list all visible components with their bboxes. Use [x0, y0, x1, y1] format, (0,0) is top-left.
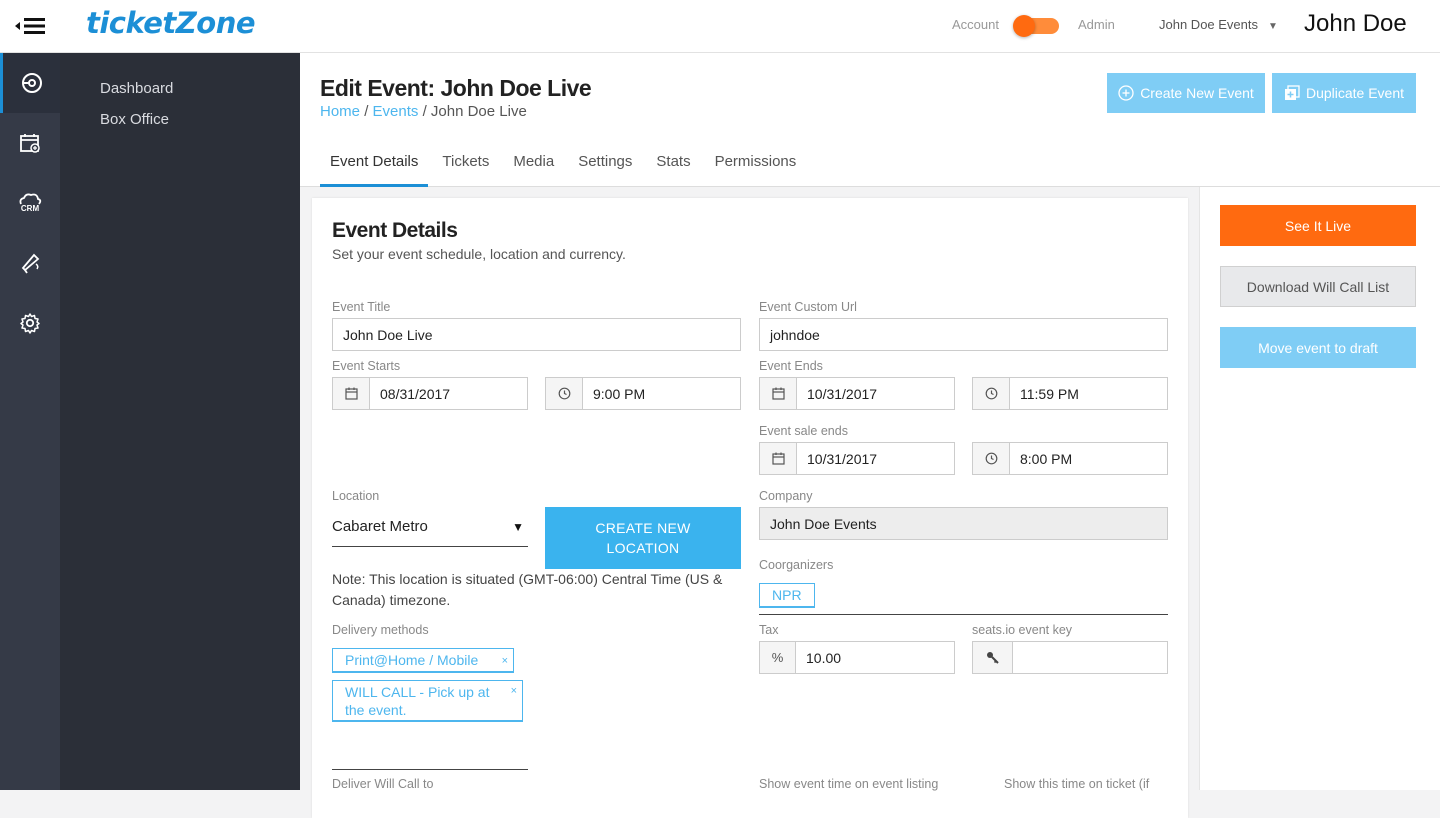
dropdown-arrow-icon: ▼ — [512, 519, 524, 534]
show-time-listing-label: Show event time on event listing — [759, 777, 939, 791]
event-title-label: Event Title — [332, 300, 391, 314]
tax-input[interactable]: 10.00 — [795, 641, 955, 674]
event-starts-label: Event Starts — [332, 359, 401, 373]
deliver-will-call-label: Deliver Will Call to — [332, 777, 434, 791]
see-it-live-button[interactable]: See It Live — [1220, 205, 1416, 246]
gear-icon[interactable] — [0, 293, 60, 353]
delivery-chip-print-home[interactable]: Print@Home / Mobile × — [332, 648, 514, 673]
clock-icon — [972, 377, 1010, 410]
clock-icon — [545, 377, 583, 410]
user-name[interactable]: John Doe — [1304, 10, 1407, 38]
key-icon — [972, 641, 1013, 674]
sale-ends-label: Event sale ends — [759, 424, 848, 438]
create-new-event-button[interactable]: Create New Event — [1107, 73, 1265, 113]
organization-select[interactable]: John Doe Events ▼ — [1159, 17, 1278, 32]
timezone-note: Note: This location is situated (GMT-06:… — [332, 571, 723, 608]
delivery-methods-label: Delivery methods — [332, 623, 429, 637]
location-value: Cabaret Metro — [332, 518, 428, 535]
tab-media[interactable]: Media — [503, 153, 564, 187]
show-time-ticket-label: Show this time on ticket (if — [1004, 777, 1150, 791]
download-will-call-button[interactable]: Download Will Call List — [1220, 266, 1416, 307]
duplicate-event-button[interactable]: Duplicate Event — [1272, 73, 1416, 113]
location-label: Location — [332, 489, 380, 503]
delivery-chip-will-call[interactable]: WILL CALL - Pick up at the event. × — [332, 680, 523, 722]
seats-key-input[interactable] — [1012, 641, 1168, 674]
create-new-location-button[interactable]: CREATE NEW LOCATION — [545, 507, 741, 569]
page-header: Edit Event: John Doe Live Home / Events … — [300, 53, 1440, 187]
location-select[interactable]: Cabaret Metro ▼ — [332, 507, 528, 547]
breadcrumb-events[interactable]: Events — [373, 103, 419, 120]
sidebar-item-box-office[interactable]: Box Office — [100, 111, 169, 128]
end-time-input[interactable]: 11:59 PM — [1009, 377, 1168, 410]
chevron-down-icon: ▼ — [1268, 21, 1278, 32]
create-new-event-label: Create New Event — [1140, 85, 1254, 101]
tab-permissions[interactable]: Permissions — [705, 153, 807, 187]
tab-tickets[interactable]: Tickets — [432, 153, 499, 187]
section-subtitle: Set your event schedule, location and cu… — [332, 246, 626, 262]
event-ends-label: Event Ends — [759, 359, 823, 373]
section-title: Event Details — [332, 219, 458, 242]
logo[interactable]: ticketZone — [86, 6, 256, 40]
calendar-icon — [759, 377, 797, 410]
calendar-icon[interactable] — [0, 113, 60, 173]
seats-key-label: seats.io event key — [972, 623, 1073, 637]
company-label: Company — [759, 489, 813, 503]
top-bar: ticketZone Account Admin John Doe Events… — [0, 0, 1440, 53]
event-details-card: Event Details Set your event schedule, l… — [312, 198, 1188, 818]
remove-icon[interactable]: × — [511, 682, 517, 700]
tab-settings[interactable]: Settings — [568, 153, 642, 187]
company-input: John Doe Events — [759, 507, 1168, 540]
custom-url-label: Event Custom Url — [759, 300, 857, 314]
admin-label: Admin — [1078, 17, 1115, 32]
end-date-input[interactable]: 10/31/2017 — [796, 377, 955, 410]
event-title-input[interactable]: John Doe Live — [332, 318, 741, 351]
menu-toggle-icon[interactable] — [14, 14, 46, 38]
create-location-line2: LOCATION — [606, 540, 680, 556]
remove-icon[interactable]: × — [502, 650, 508, 672]
percent-addon: % — [759, 641, 796, 674]
breadcrumb-separator: / — [422, 103, 427, 120]
account-admin-toggle[interactable] — [1013, 15, 1059, 37]
icon-sidebar: CRM — [0, 53, 60, 790]
breadcrumb-home[interactable]: Home — [320, 103, 360, 120]
delivery-chip-label: Print@Home / Mobile — [345, 652, 479, 668]
tab-event-details[interactable]: Event Details — [320, 153, 429, 187]
crm-icon[interactable]: CRM — [0, 173, 60, 233]
megaphone-icon[interactable] — [0, 233, 60, 293]
coorganizers-underline — [759, 614, 1168, 615]
plus-circle-icon — [1118, 85, 1134, 101]
coorganizers-label: Coorganizers — [759, 558, 834, 572]
sidebar-item-dashboard[interactable]: Dashboard — [100, 80, 173, 97]
tab-bar: Event Details Tickets Media Settings Sta… — [320, 153, 810, 187]
move-to-draft-button[interactable]: Move event to draft — [1220, 327, 1416, 368]
create-location-line1: CREATE NEW — [595, 520, 691, 536]
calendar-icon — [759, 442, 797, 475]
clock-icon — [972, 442, 1010, 475]
breadcrumb: Home / Events / John Doe Live — [320, 103, 527, 120]
breadcrumb-current: John Doe Live — [430, 103, 527, 120]
duplicate-event-label: Duplicate Event — [1305, 85, 1405, 101]
organization-name: John Doe Events — [1159, 17, 1259, 32]
crm-label: CRM — [20, 204, 40, 213]
right-action-panel: See It Live Download Will Call List Move… — [1199, 187, 1440, 790]
tax-label: Tax — [759, 623, 779, 637]
start-time-input[interactable]: 9:00 PM — [582, 377, 741, 410]
duplicate-icon — [1284, 85, 1300, 100]
account-label: Account — [952, 17, 999, 32]
sale-end-date-input[interactable]: 10/31/2017 — [796, 442, 955, 475]
page-title: Edit Event: John Doe Live — [320, 75, 592, 101]
calendar-icon — [332, 377, 370, 410]
dashboard-icon[interactable] — [0, 53, 60, 113]
side-nav: Dashboard Box Office — [60, 53, 300, 790]
delivery-underline — [332, 769, 528, 770]
custom-url-input[interactable]: johndoe — [759, 318, 1168, 351]
sale-end-time-input[interactable]: 8:00 PM — [1009, 442, 1168, 475]
delivery-chip-label: WILL CALL - Pick up at the event. — [345, 684, 490, 718]
coorganizer-chip[interactable]: NPR — [759, 583, 815, 608]
tab-stats[interactable]: Stats — [646, 153, 700, 187]
breadcrumb-separator: / — [364, 103, 369, 120]
start-date-input[interactable]: 08/31/2017 — [369, 377, 528, 410]
